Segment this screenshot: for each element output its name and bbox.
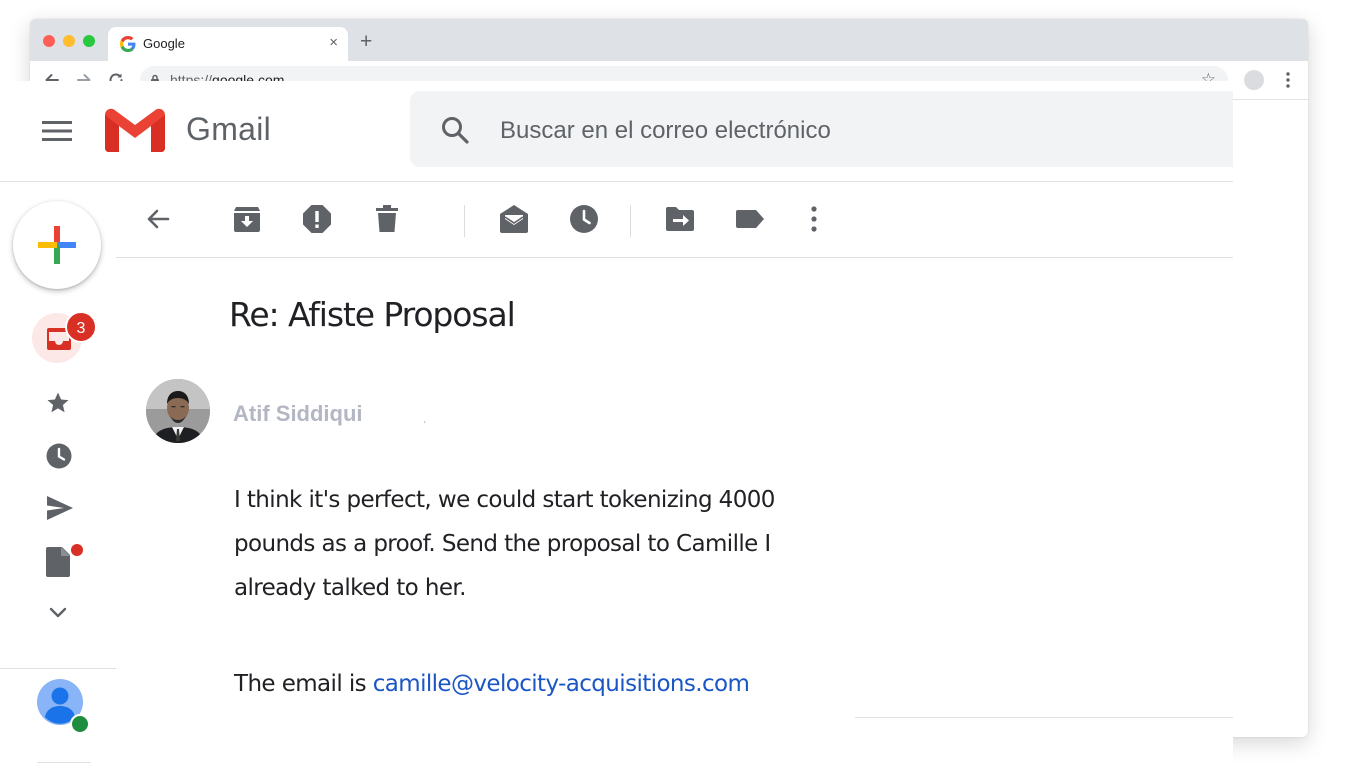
email-link[interactable]: camille@velocity-acquisitions.com [373,671,750,697]
message-divider [855,717,1233,718]
new-tab-button[interactable]: + [360,31,372,53]
sidebar-item-snoozed[interactable] [32,433,84,477]
browser-menu-icon[interactable] [1278,69,1298,91]
draft-icon [46,547,70,577]
snooze-icon [570,205,598,233]
compose-plus-icon [38,226,76,264]
send-icon [47,496,73,520]
more-options-button[interactable] [798,203,830,235]
search-input[interactable] [498,113,1202,149]
chevron-down-icon [49,607,67,618]
online-status-dot [70,714,90,734]
sidebar-divider-bottom [37,762,91,763]
sender-mark: ، [423,415,427,426]
delete-icon [376,205,398,232]
label-icon [736,210,764,228]
maximize-window-button[interactable] [83,35,95,47]
archive-icon [234,207,260,232]
email-prefix: The email is [234,671,373,697]
message-body-line: already talked to her. [234,575,466,601]
sidebar-divider [0,668,116,669]
toolbar-separator [464,205,465,237]
search-bar[interactable] [410,91,1233,167]
back-arrow-icon [147,209,170,229]
mark-unread-button[interactable] [498,203,530,235]
sidebar-item-sent[interactable] [32,485,84,529]
sidebar-item-starred[interactable] [32,381,84,425]
report-spam-button[interactable] [301,203,333,235]
report-spam-icon [303,205,331,233]
tab-bar: Google × + [30,19,1308,61]
snooze-button[interactable] [568,203,600,235]
sender-name: Atif Siddiqui [233,401,363,426]
delete-button[interactable] [371,203,403,235]
star-icon [47,392,69,413]
gmail-app: Gmail 3 [0,81,1233,771]
back-button[interactable] [142,203,174,235]
tab-title: Google [143,36,185,51]
browser-tab[interactable]: Google × [108,27,348,61]
browser-profile-avatar[interactable] [1244,70,1264,90]
message-body-line: I think it's perfect, we could start tok… [234,487,775,513]
message-body: I think it's perfect, we could start tok… [234,478,834,610]
draft-unread-dot [71,544,83,556]
sidebar-item-more[interactable] [32,591,84,635]
gmail-wordmark: Gmail [186,111,272,147]
mark-unread-icon [500,205,528,233]
message-body-line: pounds as a proof. Send the proposal to … [234,531,771,557]
google-g-icon [120,36,136,52]
more-vert-icon [811,206,817,232]
minimize-window-button[interactable] [63,35,75,47]
move-to-button[interactable] [664,203,696,235]
label-button[interactable] [734,203,766,235]
clock-icon [46,443,72,469]
inbox-unread-badge: 3 [65,311,97,343]
sender-avatar[interactable] [146,379,210,443]
close-window-button[interactable] [43,35,55,47]
sender-photo [146,379,210,443]
toolbar-separator [630,205,631,237]
gmail-logo-icon[interactable] [105,108,165,152]
tab-close-icon[interactable]: × [329,34,338,52]
search-icon[interactable] [440,115,470,145]
main-menu-icon[interactable] [42,120,72,142]
move-to-icon [666,207,694,231]
message-subject: Re: Afiste Proposal [229,295,516,334]
message-email-line: The email is camille@velocity-acquisitio… [234,671,750,697]
gmail-header: Gmail [0,81,1233,182]
compose-button[interactable] [13,201,101,289]
archive-button[interactable] [231,203,263,235]
message-toolbar [116,181,1233,258]
